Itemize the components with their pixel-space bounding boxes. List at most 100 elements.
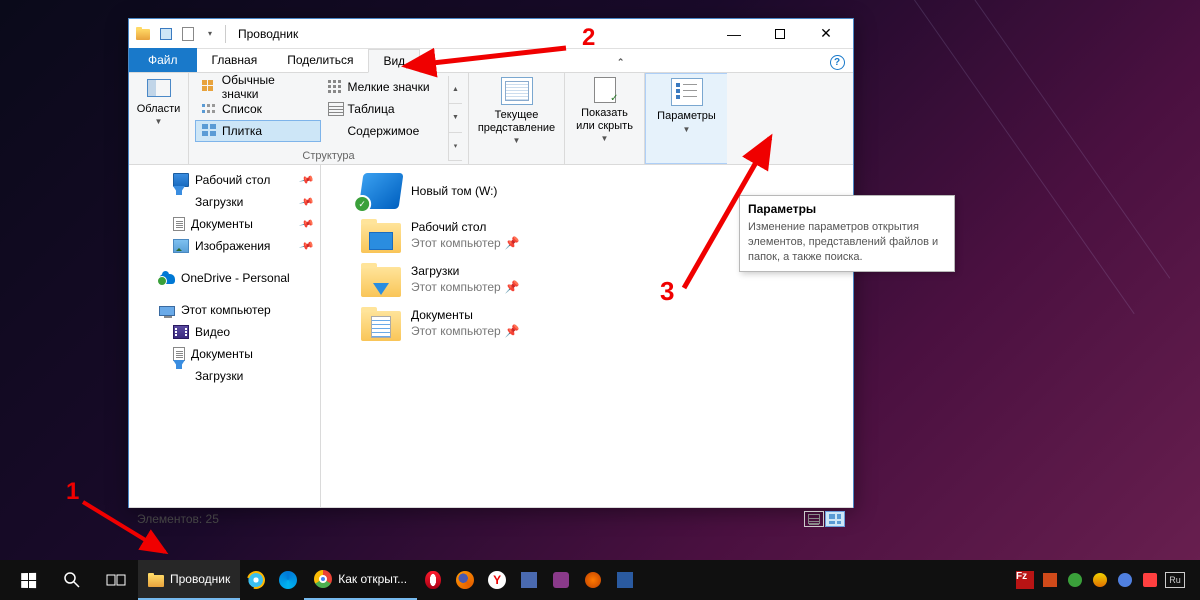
tooltip-body: Изменение параметров открытия элементов,… [748,220,946,265]
start-button[interactable] [6,560,50,600]
downloads-icon [173,360,185,383]
folder-documents-icon [361,311,401,341]
sidebar-item-pictures[interactable]: Изображения📌 [129,235,320,257]
ribbon-options-button[interactable]: Параметры ▼ [645,73,727,164]
sidebar-item-desktop[interactable]: Рабочий стол📌 [129,169,320,191]
sidebar-item-downloads-2[interactable]: Загрузки [129,365,320,387]
tab-share[interactable]: Поделиться [272,48,368,72]
navigation-pane-icon [147,79,171,97]
yandex-icon: Y [488,571,506,589]
sidebar-item-thispc[interactable]: Этот компьютер [129,299,320,321]
tray-icon [1043,573,1057,587]
layout-scroll-down[interactable]: ▼ [449,104,462,132]
sidebar-item-downloads[interactable]: Загрузки📌 [129,191,320,213]
panes-label[interactable]: Области [137,103,181,115]
ribbon-collapse-button[interactable]: ⌃ [609,52,633,72]
tray-app-e[interactable] [1139,569,1161,591]
help-button[interactable]: ? [825,52,849,72]
tooltip-title: Параметры [748,202,946,216]
navigation-pane: Рабочий стол📌 Загрузки📌 Документы📌 Изобр… [129,165,321,507]
taskbar-app-1[interactable] [513,560,545,600]
tiles-icon [202,124,218,138]
sidebar-item-documents-2[interactable]: Документы [129,343,320,365]
search-button[interactable] [50,560,94,600]
taskbar-ie[interactable] [240,560,272,600]
options-label: Параметры [657,110,716,123]
pictures-icon [173,239,189,253]
taskbar-explorer[interactable]: Проводник [138,560,240,600]
sidebar-item-documents[interactable]: Документы📌 [129,213,320,235]
tray-icon [1118,573,1132,587]
edge-icon [279,571,297,589]
tray-icon [1093,573,1107,587]
taskbar-chrome-tab[interactable]: Как открыт... [304,560,417,600]
ribbon-current-view[interactable]: Текущее представление ▼ [469,73,565,164]
current-view-icon [501,77,533,105]
ribbon-show-hide[interactable]: Показать или скрыть ▼ [565,73,645,164]
taskbar-yandex[interactable]: Y [481,560,513,600]
tray-app-a[interactable] [1039,569,1061,591]
tab-home[interactable]: Главная [197,48,273,72]
pin-icon: 📌 [505,236,520,250]
layout-tiles[interactable]: Плитка [195,120,321,142]
list-icon [202,102,218,116]
desktop-icon [173,173,189,187]
task-view-button[interactable] [94,560,138,600]
tray-app-c[interactable] [1089,569,1111,591]
chrome-icon [314,570,332,588]
taskbar-edge[interactable] [272,560,304,600]
ribbon-group-layout: Обычные значки Мелкие значки Список Табл… [189,73,469,164]
status-bar: Элементов: 25 [129,507,853,529]
status-view-tiles[interactable] [825,511,845,527]
taskbar-app-2[interactable] [545,560,577,600]
file-name: Новый том (W:) [411,184,497,198]
minimize-button[interactable]: — [711,19,757,48]
search-icon [63,571,81,589]
tray-app-d[interactable] [1114,569,1136,591]
chevron-down-icon: ▼ [601,134,609,143]
tab-file[interactable]: Файл [129,48,197,72]
tray-language[interactable]: Ru [1164,569,1186,591]
app-icon [521,572,537,588]
sidebar-item-videos[interactable]: Видео [129,321,320,343]
folder-desktop-icon [361,223,401,253]
taskbar-explorer-label: Проводник [170,572,230,586]
system-tray: Fz Ru [1014,569,1194,591]
options-tooltip: Параметры Изменение параметров открытия … [739,195,955,272]
app-icon [553,572,569,588]
qat-properties-button[interactable] [155,23,177,45]
taskbar-app-3[interactable] [577,560,609,600]
documents-icon [173,217,185,231]
folder-downloads-icon [361,267,401,297]
current-view-label: Текущее представление [478,109,555,134]
taskbar-chrome-label: Как открыт... [338,572,407,586]
taskbar-firefox[interactable] [449,560,481,600]
layout-medium-icons[interactable]: Обычные значки [195,76,321,98]
app-icon [585,572,601,588]
maximize-button[interactable] [757,19,803,48]
ribbon-group-panes: Области ▼ [129,73,189,164]
show-hide-icon [594,77,616,103]
close-button[interactable]: ✕ [803,19,849,48]
tray-filezilla[interactable]: Fz [1014,569,1036,591]
qat-customize-button[interactable]: ▾ [199,23,221,45]
file-name: Документы [411,308,520,322]
status-view-details[interactable] [804,511,824,527]
pin-icon: 📌 [505,324,520,338]
taskbar-opera[interactable] [417,560,449,600]
status-item-count: Элементов: 25 [137,512,219,526]
layout-scroll-up[interactable]: ▲ [449,76,462,104]
firefox-icon [456,571,474,589]
tab-view[interactable]: Вид [368,49,420,73]
layout-content[interactable]: Содержимое [321,120,447,142]
tray-app-b[interactable] [1064,569,1086,591]
sidebar-item-onedrive[interactable]: OneDrive - Personal [129,267,320,289]
file-item-documents[interactable]: ДокументыЭтот компьютер📌 [321,301,853,345]
qat-new-folder-button[interactable] [177,23,199,45]
annotation-label-1: 1 [66,478,79,506]
language-indicator: Ru [1165,572,1185,588]
layout-list[interactable]: Список [195,98,321,120]
taskbar: Проводник Как открыт... Y Fz Ru [0,560,1200,600]
taskbar-app-4[interactable] [609,560,641,600]
pin-icon: 📌 [298,216,314,232]
